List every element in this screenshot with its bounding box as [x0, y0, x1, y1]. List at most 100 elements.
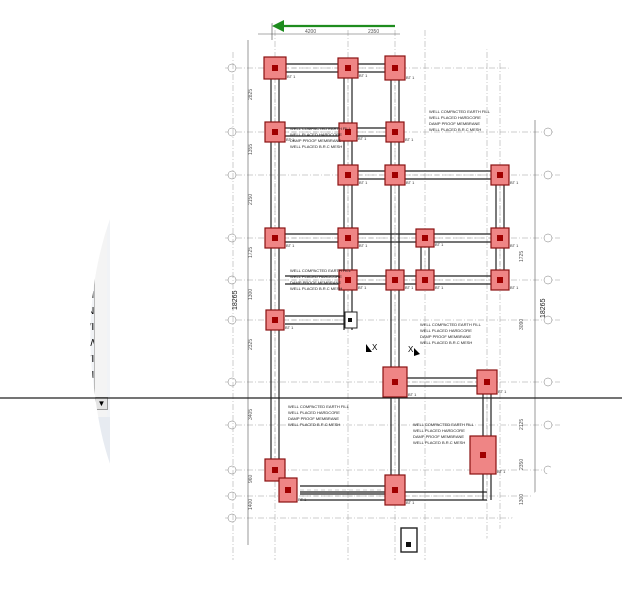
column-stub	[345, 65, 351, 71]
grid-bubble	[227, 170, 237, 180]
grid-bubble	[543, 170, 553, 180]
left-dimension: 960	[248, 474, 254, 483]
column-stub	[345, 277, 351, 283]
slab-note-line: WELL PLACED HARDCORE	[290, 132, 342, 137]
grid-bubble	[227, 233, 237, 243]
column-stub	[345, 172, 351, 178]
grid-bubble	[227, 275, 237, 285]
footing-label: BT 1	[510, 243, 519, 248]
right-dimension: 3090	[519, 319, 525, 330]
column-stub	[272, 235, 278, 241]
green-arrow	[271, 16, 395, 40]
right-dimension: 2125	[519, 419, 525, 430]
column-stub	[272, 129, 278, 135]
left-dimension: 2325	[248, 339, 254, 350]
footing-label: BT 1	[359, 243, 368, 248]
column-stub	[272, 65, 278, 71]
slab-note-line: WELL COMPACTED EARTH FILL	[413, 422, 475, 427]
top-dimension: 2350	[368, 29, 379, 35]
left-dimension: 1355	[248, 144, 254, 155]
screen-stage: 28.4 SQ M ● URAL DRAWINGS F... UCTURAL D…	[0, 0, 622, 591]
left-dimension: 2150	[248, 194, 254, 205]
footing-label: BT 1	[358, 285, 367, 290]
grid-bubble	[227, 315, 237, 325]
footing-label: BT 1	[298, 497, 307, 502]
slab-note-line: WELL PLACED B.R.C MESH	[420, 340, 472, 345]
grid-bubble	[227, 513, 237, 523]
column-stub	[285, 487, 291, 493]
left-dimension: 2825	[248, 89, 254, 100]
grid-bubble	[227, 420, 237, 430]
overall-dimension-left: 18265	[232, 290, 239, 310]
slab-note-line: WELL COMPACTED EARTH FILL	[288, 404, 350, 409]
footing-label: BT 1	[287, 74, 296, 79]
footing-label: BT 1	[510, 285, 519, 290]
grid-bubble	[543, 233, 553, 243]
footing-label: BT 1	[408, 392, 417, 397]
column-stub	[392, 277, 398, 283]
slab-note-line: WELL PLACED B.R.C MESH	[288, 422, 340, 427]
column-stub	[497, 172, 503, 178]
column-stub	[497, 277, 503, 283]
column-stub	[348, 318, 352, 322]
column-stub	[406, 542, 411, 547]
slab-note-line: WELL PLACED B.R.C MESH	[413, 440, 465, 445]
footing-label: BT 1	[359, 180, 368, 185]
column-stub	[272, 467, 278, 473]
slab-note-line: WELL PLACED HARDCORE	[413, 428, 465, 433]
slab-note-line: DAMP PROOF MEMBRANE	[290, 280, 341, 285]
column-stub	[422, 277, 428, 283]
overall-dimension-right: 18265	[540, 298, 547, 318]
drawing-canvas[interactable]: BT 1 BT 1 BT 1 BT 1 BT 1 BT 1 BT 1 BT 1 BT 1 BT 1…	[0, 0, 622, 591]
right-dimension: 2350	[519, 459, 525, 470]
slab-note-line: WELL PLACED B.R.C MESH	[290, 144, 342, 149]
grid-bubble	[543, 465, 553, 475]
slab-note-line: WELL COMPACTED EARTH FILL	[429, 109, 491, 114]
section-arrow	[414, 348, 420, 356]
grid-bubble	[543, 275, 553, 285]
slab-note-line: WELL PLACED B.R.C MESH	[290, 286, 342, 291]
column-stub	[422, 235, 428, 241]
slab-note-line: WELL PLACED HARDCORE	[420, 328, 472, 333]
column-stub	[392, 65, 398, 71]
footing-label: BT 1	[285, 325, 294, 330]
footing-label: BT 1	[405, 285, 414, 290]
column-stub	[484, 379, 490, 385]
column-stub	[392, 379, 398, 385]
slab-note-line: DAMP PROOF MEMBRANE	[420, 334, 471, 339]
top-dimension: 4200	[305, 29, 316, 35]
footing-label: BT 1	[435, 242, 444, 247]
section-marks: XX	[366, 343, 420, 356]
section-mark-label: X	[372, 343, 378, 352]
grid-bubble	[227, 127, 237, 137]
slab-note-line: DAMP PROOF MEMBRANE	[413, 434, 464, 439]
footing-label: BT 1	[406, 75, 415, 80]
grid-bubble	[543, 127, 553, 137]
right-dimension: 1300	[519, 494, 525, 505]
footing-label: BT 1	[405, 137, 414, 142]
column-stub	[272, 317, 278, 323]
column-stub	[497, 235, 503, 241]
section-mark-label: X	[408, 345, 414, 354]
arrow-head	[272, 20, 284, 32]
footing-label: BT 1	[406, 180, 415, 185]
column-stub	[392, 129, 398, 135]
slab-note-line: WELL COMPACTED EARTH FILL	[290, 126, 352, 131]
grid-bubble	[543, 420, 553, 430]
slab-note-line: WELL PLACED B.R.C MESH	[429, 127, 481, 132]
footing-label: BT 1	[359, 73, 368, 78]
slab-note-line: DAMP PROOF MEMBRANE	[288, 416, 339, 421]
slab-note-line: WELL PLACED HARDCORE	[290, 274, 342, 279]
grid-bubble	[543, 377, 553, 387]
slab-note-line: DAMP PROOF MEMBRANE	[429, 121, 480, 126]
footing-label: BT 1	[497, 469, 506, 474]
footing-label: BT 1	[406, 500, 415, 505]
slab-note-line: DAMP PROOF MEMBRANE	[290, 138, 341, 143]
grid-bubble	[227, 377, 237, 387]
slab-note-line: WELL PLACED HARDCORE	[288, 410, 340, 415]
grid-bubble	[227, 465, 237, 475]
grid-bubble	[543, 63, 553, 73]
footing-label: BT 1	[358, 136, 367, 141]
left-dimension: 1400	[248, 499, 254, 510]
stair-column	[400, 527, 418, 553]
